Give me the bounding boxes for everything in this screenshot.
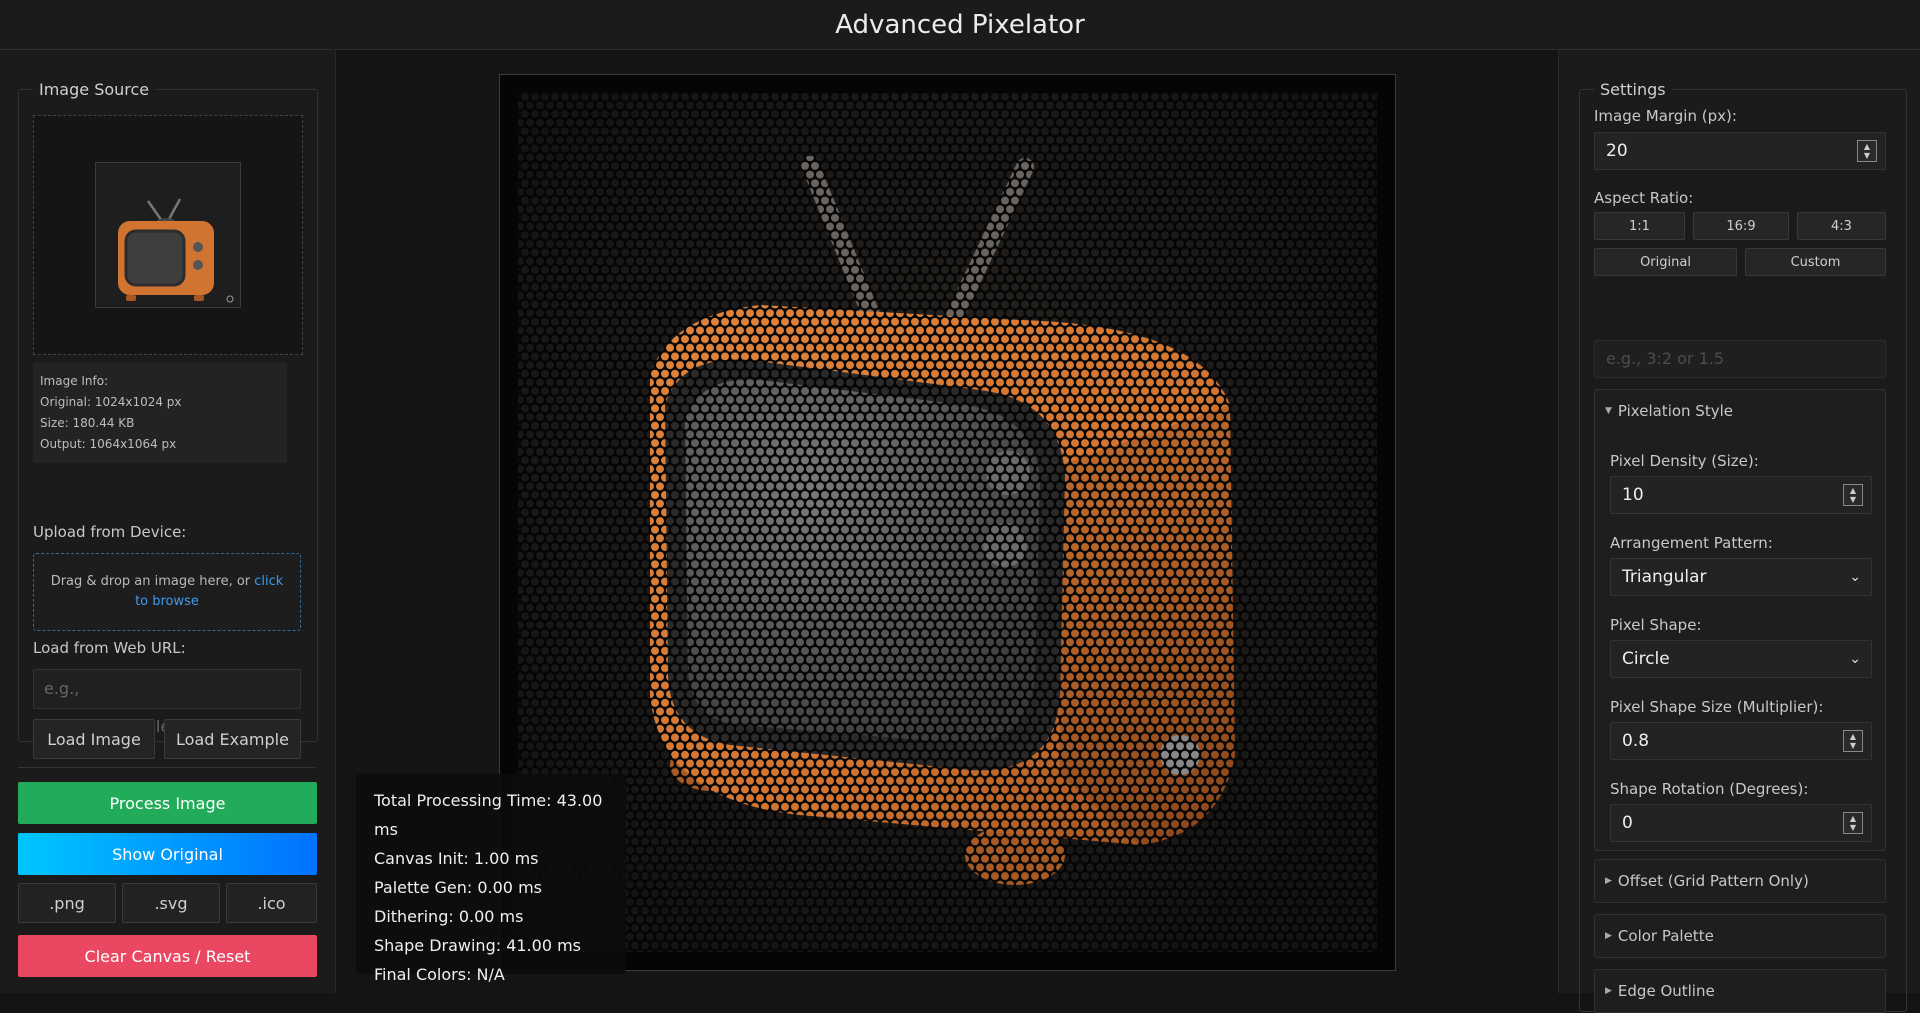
export-ico-button[interactable]: .ico <box>226 883 317 923</box>
edge-outline-title: Edge Outline <box>1617 982 1715 1000</box>
custom-ratio-input[interactable]: e.g., 3:2 or 1.5 <box>1594 340 1886 378</box>
url-input[interactable]: e.g., https://example.com/image <box>33 669 301 736</box>
image-source-group: Image Source Image Info: Original: 1024x… <box>18 80 318 759</box>
left-panel: Image Source Image Info: Original: 1024x… <box>0 50 336 993</box>
image-preview <box>33 115 303 355</box>
url-label: Load from Web URL: <box>33 639 186 657</box>
margin-spinner-icon[interactable]: ▲ ▼ <box>1857 140 1877 162</box>
stat-palette-gen: Palette Gen: 0.00 ms <box>374 878 542 897</box>
export-png-button[interactable]: .png <box>18 883 116 923</box>
pixelation-style-title: Pixelation Style <box>1617 402 1733 420</box>
stat-canvas-init: Canvas Init: 1.00 ms <box>374 849 539 868</box>
pattern-label: Arrangement Pattern: <box>1610 534 1773 552</box>
color-palette-title: Color Palette <box>1617 927 1714 945</box>
image-info-output: Output: 1064x1064 px <box>40 437 177 451</box>
density-label: Pixel Density (Size): <box>1610 452 1759 470</box>
image-info-original: Original: 1024x1024 px <box>40 395 182 409</box>
stat-dithering: Dithering: 0.00 ms <box>374 907 524 926</box>
aspect-1-1-button[interactable]: 1:1 <box>1594 212 1685 240</box>
edge-outline-section[interactable]: ▶ Edge Outline <box>1594 969 1886 1013</box>
pixelation-style-section: ▼ Pixelation Style Pixel Density (Size):… <box>1594 389 1886 851</box>
tv-thumbnail-icon <box>96 163 240 307</box>
chevron-down-icon: ⌄ <box>1849 569 1861 585</box>
settings-group: Settings Image Margin (px): 20 ▲ ▼ Aspect… <box>1579 80 1907 1013</box>
aspect-4-3-button[interactable]: 4:3 <box>1797 212 1886 240</box>
app-title: Advanced Pixelator <box>835 9 1085 40</box>
image-info-heading: Image Info: <box>40 374 109 388</box>
density-value: 10 <box>1622 485 1644 505</box>
aspect-ratio-label: Aspect Ratio: <box>1594 189 1694 207</box>
offset-header[interactable]: ▶ Offset (Grid Pattern Only) <box>1595 860 1885 902</box>
color-palette-header[interactable]: ▶ Color Palette <box>1595 915 1885 957</box>
rotation-label: Shape Rotation (Degrees): <box>1610 780 1809 798</box>
image-info-box: Image Info: Original: 1024x1024 px Size:… <box>33 363 287 463</box>
app-header: Advanced Pixelator <box>0 0 1920 50</box>
shape-label: Pixel Shape: <box>1610 616 1702 634</box>
output-canvas <box>499 74 1396 971</box>
process-image-button[interactable]: Process Image <box>18 782 317 824</box>
rotation-spinner-icon[interactable]: ▲ ▼ <box>1843 812 1863 834</box>
color-palette-section[interactable]: ▶ Color Palette <box>1594 914 1886 958</box>
settings-panel: Settings Image Margin (px): 20 ▲ ▼ Aspect… <box>1558 50 1920 1013</box>
edge-outline-header[interactable]: ▶ Edge Outline <box>1595 970 1885 1012</box>
load-image-button[interactable]: Load Image <box>33 719 155 759</box>
margin-input[interactable]: 20 ▲ ▼ <box>1594 132 1886 170</box>
collapsed-triangle-icon: ▶ <box>1605 931 1612 941</box>
settings-legend: Settings <box>1600 80 1666 99</box>
processing-stats: Total Processing Time: 43.00 ms Canvas I… <box>356 774 626 984</box>
image-source-legend: Image Source <box>39 80 150 99</box>
rotation-input[interactable]: 0 ▲ ▼ <box>1610 804 1872 842</box>
dropzone-text: Drag & drop an image here, or <box>50 574 255 589</box>
aspect-custom-button[interactable]: Custom <box>1745 248 1886 276</box>
show-original-button[interactable]: Show Original <box>18 833 317 875</box>
left-divider <box>18 767 316 768</box>
collapsed-triangle-icon: ▶ <box>1605 876 1612 886</box>
clear-canvas-button[interactable]: Clear Canvas / Reset <box>18 935 317 977</box>
pixelated-tv-image <box>500 75 1395 970</box>
shape-size-spinner-icon[interactable]: ▲ ▼ <box>1843 730 1863 752</box>
margin-label: Image Margin (px): <box>1594 107 1737 125</box>
stat-shape-drawing: Shape Drawing: 41.00 ms <box>374 936 582 955</box>
rotation-value: 0 <box>1622 813 1633 833</box>
shape-size-value: 0.8 <box>1622 731 1650 751</box>
export-svg-button[interactable]: .svg <box>122 883 220 923</box>
image-info-size: Size: 180.44 KB <box>40 416 135 430</box>
chevron-down-icon: ⌄ <box>1849 651 1861 667</box>
aspect-original-button[interactable]: Original <box>1594 248 1737 276</box>
dropzone[interactable]: Drag & drop an image here, or click to b… <box>33 553 301 631</box>
preview-thumbnail <box>95 162 241 308</box>
collapsed-triangle-icon: ▶ <box>1605 986 1612 996</box>
shape-size-label: Pixel Shape Size (Multiplier): <box>1610 698 1824 716</box>
offset-section[interactable]: ▶ Offset (Grid Pattern Only) <box>1594 859 1886 903</box>
density-input[interactable]: 10 ▲ ▼ <box>1610 476 1872 514</box>
margin-value: 20 <box>1606 141 1628 161</box>
expanded-triangle-icon: ▼ <box>1605 406 1612 416</box>
aspect-16-9-button[interactable]: 16:9 <box>1693 212 1789 240</box>
load-example-button[interactable]: Load Example <box>164 719 301 759</box>
pattern-select[interactable]: Triangular ⌄ <box>1610 558 1872 596</box>
shape-value: Circle <box>1622 649 1670 669</box>
stat-final-colors: Final Colors: N/A <box>374 965 505 984</box>
offset-title: Offset (Grid Pattern Only) <box>1617 872 1809 890</box>
pixelation-style-header[interactable]: ▼ Pixelation Style <box>1595 390 1885 432</box>
pattern-value: Triangular <box>1622 567 1707 587</box>
shape-size-input[interactable]: 0.8 ▲ ▼ <box>1610 722 1872 760</box>
density-spinner-icon[interactable]: ▲ ▼ <box>1843 484 1863 506</box>
stat-total: Total Processing Time: 43.00 ms <box>374 791 603 839</box>
upload-label: Upload from Device: <box>33 523 187 541</box>
shape-select[interactable]: Circle ⌄ <box>1610 640 1872 678</box>
